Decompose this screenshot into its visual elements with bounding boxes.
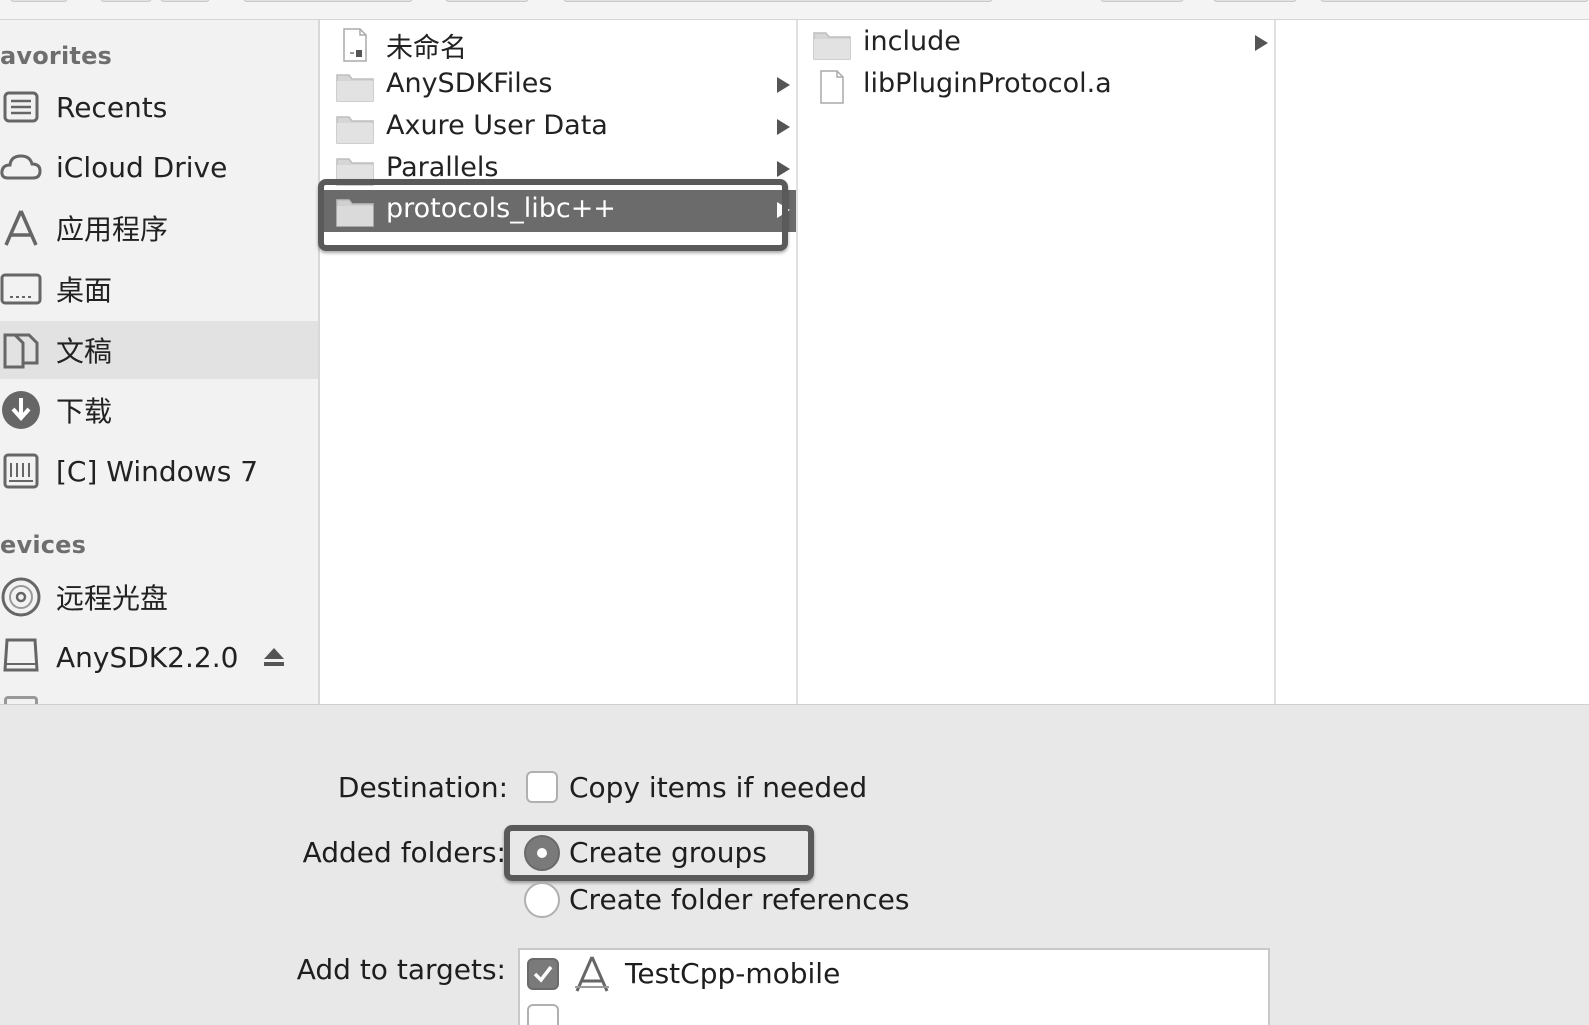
document-file-icon [336, 28, 374, 62]
toolbar-strip [0, 0, 1589, 20]
recents-icon [0, 86, 42, 128]
folder-icon [336, 195, 374, 227]
toolbar-button[interactable] [100, 0, 152, 2]
sidebar-item-recents[interactable]: Recents [0, 78, 318, 136]
list-item-label: include [863, 26, 961, 57]
toolbar-button[interactable] [445, 0, 529, 2]
list-item[interactable]: include [799, 23, 1274, 65]
toolbar-button[interactable] [1213, 0, 1297, 2]
target-label: TestCpp-mobile [625, 957, 841, 990]
disclosure-arrow-icon [777, 119, 790, 135]
sidebar-item-label: iCloud Drive [56, 150, 228, 184]
search-field[interactable] [1320, 0, 1589, 2]
folder-icon [336, 112, 374, 144]
toolbar-button[interactable] [160, 0, 210, 2]
target-checkbox[interactable] [527, 958, 559, 990]
create-folder-references-radio[interactable] [524, 882, 560, 918]
sidebar-item-label: AnySDK2.2.0 [56, 640, 239, 674]
list-item-label: Axure User Data [386, 110, 608, 141]
desktop-icon [0, 268, 42, 310]
sidebar-item-downloads[interactable]: 下载 [0, 381, 318, 439]
disclosure-arrow-icon [777, 77, 790, 93]
sidebar-section-favorites: avorites [0, 42, 113, 70]
applications-icon [0, 207, 42, 249]
cloud-icon [0, 146, 42, 188]
sidebar-item-label: 远程光盘 [56, 582, 169, 615]
browser-column-3[interactable] [1277, 20, 1589, 704]
checkmark-icon [533, 965, 553, 983]
sidebar-section-devices: evices [0, 531, 87, 559]
add-to-targets-label: Add to targets: [296, 953, 506, 986]
added-folders-label: Added folders: [302, 836, 506, 869]
create-folder-references-label[interactable]: Create folder references [569, 883, 909, 916]
list-item[interactable]: libPluginProtocol.a [799, 65, 1274, 107]
copy-items-label[interactable]: Copy items if needed [569, 771, 867, 804]
toolbar-button[interactable] [1100, 0, 1184, 2]
copy-items-checkbox[interactable] [526, 771, 558, 803]
list-item[interactable]: 未命名 [322, 23, 796, 65]
destination-label: Destination: [337, 771, 508, 804]
documents-icon [0, 329, 42, 371]
sidebar: avorites Recents iCloud Drive 应用程序 桌面 文稿 [0, 20, 320, 704]
sidebar-item-documents[interactable]: 文稿 [0, 321, 318, 379]
browser-column-2[interactable]: include libPluginProtocol.a [799, 20, 1276, 704]
blank-file-icon [813, 70, 851, 104]
folder-icon [336, 154, 374, 186]
sidebar-item-label: Recents [56, 90, 168, 124]
disclosure-arrow-icon [777, 202, 790, 218]
list-item[interactable]: Parallels [322, 149, 796, 191]
list-item-selected[interactable]: protocols_libc++ [322, 190, 796, 232]
optical-disc-icon [0, 576, 42, 618]
toolbar-button[interactable] [10, 0, 68, 2]
sidebar-item-label: 文稿 [56, 335, 113, 368]
sidebar-item-label: 桌面 [56, 274, 113, 307]
app-target-icon [571, 953, 613, 995]
eject-icon[interactable] [262, 645, 286, 669]
disclosure-arrow-icon [777, 161, 790, 177]
list-item[interactable]: AnySDKFiles [322, 65, 796, 107]
sidebar-item-label: [C] Windows 7 [56, 454, 259, 488]
folder-icon [336, 70, 374, 102]
sidebar-item-label: 应用程序 [56, 213, 169, 246]
sidebar-item-partial [4, 696, 38, 704]
list-item[interactable]: Axure User Data [322, 107, 796, 149]
folder-icon [813, 28, 851, 60]
sidebar-item-label: 下载 [56, 395, 113, 428]
disclosure-arrow-icon [1255, 35, 1268, 51]
list-item-label: 未命名 [386, 33, 467, 64]
target-checkbox[interactable] [527, 1004, 559, 1025]
browser-column-1[interactable]: 未命名 AnySDKFiles Axure User Data Parallel… [322, 20, 798, 704]
list-item-label: Parallels [386, 152, 499, 183]
list-item-label: AnySDKFiles [386, 68, 553, 99]
sidebar-item-remote-disc[interactable]: 远程光盘 [0, 568, 318, 626]
create-groups-label[interactable]: Create groups [569, 836, 767, 869]
toolbar-button[interactable] [243, 0, 413, 2]
list-item-label: libPluginProtocol.a [863, 68, 1112, 99]
sidebar-item-applications[interactable]: 应用程序 [0, 199, 318, 257]
list-item-label: protocols_libc++ [386, 193, 616, 224]
network-drive-icon [0, 450, 42, 492]
sidebar-item-desktop[interactable]: 桌面 [0, 260, 318, 318]
sidebar-item-anysdk-disk[interactable]: AnySDK2.2.0 [0, 628, 318, 686]
create-groups-radio[interactable] [524, 835, 560, 871]
disk-icon [0, 636, 42, 678]
toolbar-button[interactable] [563, 0, 993, 2]
sidebar-item-icloud-drive[interactable]: iCloud Drive [0, 138, 318, 196]
sidebar-item-windows-7[interactable]: [C] Windows 7 [0, 442, 318, 500]
downloads-icon [0, 389, 42, 431]
